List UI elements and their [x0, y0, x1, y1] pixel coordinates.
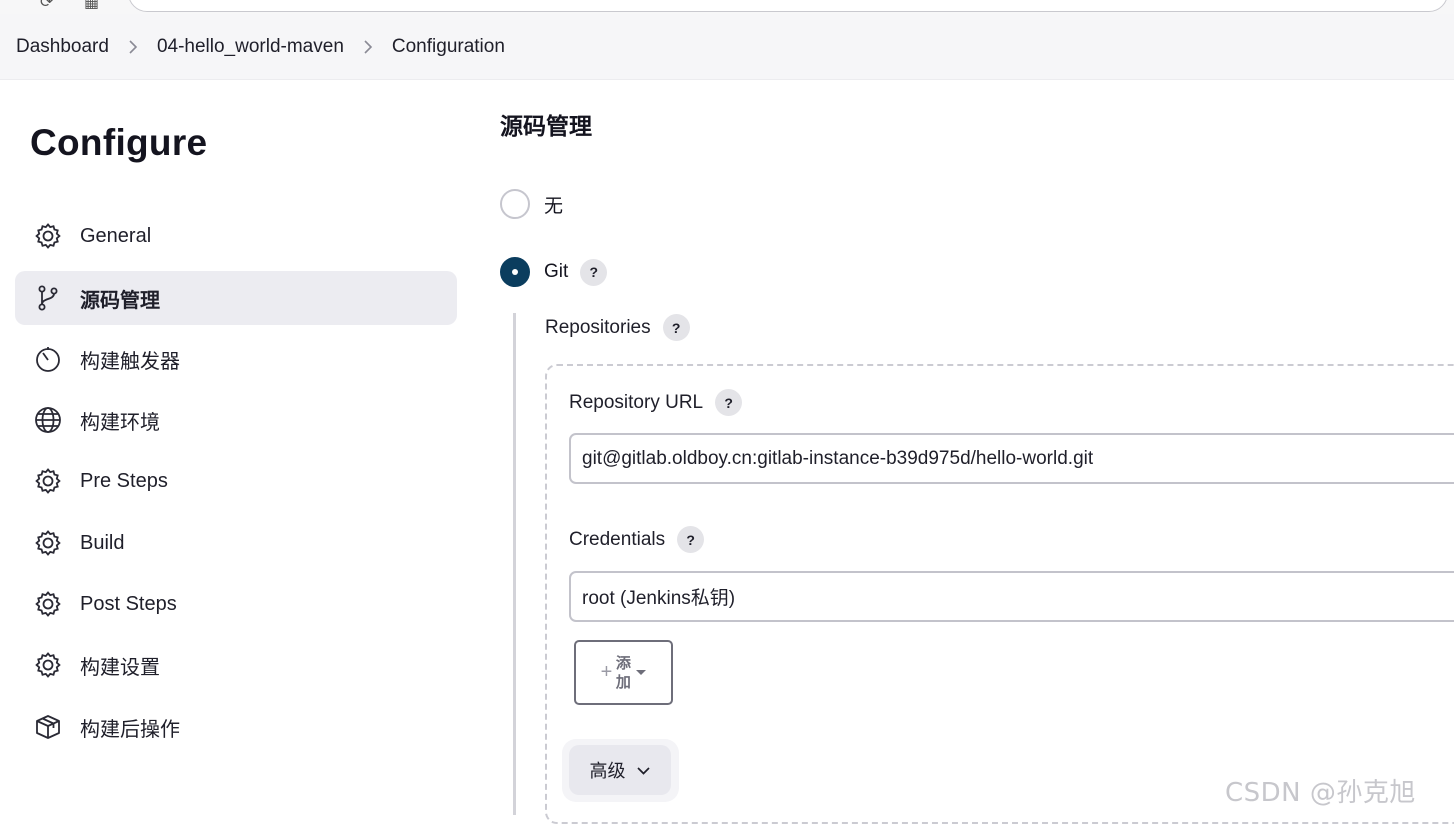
sidebar-item-label: 构建设置	[80, 656, 160, 679]
package-icon	[33, 712, 63, 742]
browser-address-strip: ⟳ ▦	[0, 0, 1454, 14]
sidebar-item-label: 源码管理	[80, 289, 160, 312]
plus-icon: +	[600, 661, 613, 683]
advanced-button[interactable]: 高级	[569, 745, 671, 795]
sidebar-item-build-environment[interactable]: 构建环境	[15, 393, 457, 447]
repositories-label-row: Repositories ?	[545, 314, 690, 341]
credentials-select[interactable]: root (Jenkins私钥)	[569, 571, 1454, 622]
radio-git-label: Git	[544, 261, 569, 282]
breadcrumb-job[interactable]: 04-hello_world-maven	[157, 36, 344, 58]
globe-icon	[33, 405, 63, 435]
credentials-value: root (Jenkins私钥)	[582, 588, 736, 609]
sidebar-item-label: 构建环境	[80, 411, 160, 434]
advanced-button-label: 高级	[589, 761, 626, 781]
sidebar-item-general[interactable]: General	[15, 209, 457, 263]
section-title-scm: 源码管理	[500, 113, 592, 139]
sidebar-item-label: General	[80, 224, 152, 247]
help-icon[interactable]: ?	[662, 314, 690, 341]
caret-down-icon	[636, 670, 647, 675]
gear-icon	[33, 589, 63, 619]
sidebar: Configure General 源码管理 构建触发器 构建环境 Pre St…	[0, 80, 480, 815]
radio-none[interactable]	[500, 189, 530, 219]
sidebar-item-build[interactable]: Build	[15, 516, 457, 570]
repository-url-label-row: Repository URL ?	[569, 389, 743, 416]
radio-git[interactable]	[500, 257, 530, 287]
scm-option-none[interactable]: 无	[500, 189, 563, 219]
branch-icon	[33, 283, 63, 313]
gear-icon	[33, 221, 63, 251]
credentials-label-row: Credentials ?	[569, 526, 705, 553]
sidebar-item-label: 构建后操作	[80, 718, 180, 741]
sidebar-item-build-settings[interactable]: 构建设置	[15, 638, 457, 692]
credentials-label: Credentials	[569, 528, 666, 550]
gear-icon	[33, 528, 63, 558]
tab-grid-icon[interactable]: ▦	[84, 0, 99, 12]
help-icon[interactable]: ?	[677, 526, 705, 553]
help-icon[interactable]: ?	[715, 389, 743, 416]
git-section-indent-bar	[513, 313, 516, 815]
sidebar-item-label: Pre Steps	[80, 469, 168, 492]
repository-url-value: git@gitlab.oldboy.cn:gitlab-instance-b39…	[582, 447, 1094, 469]
breadcrumb-configuration[interactable]: Configuration	[392, 36, 505, 58]
add-credentials-button[interactable]: + 添加	[574, 640, 673, 705]
repository-url-input[interactable]: git@gitlab.oldboy.cn:gitlab-instance-b39…	[569, 433, 1454, 484]
watermark: CSDN @孙克旭	[1225, 778, 1416, 808]
gear-icon	[33, 466, 63, 496]
sidebar-item-scm[interactable]: 源码管理	[15, 271, 457, 325]
add-button-label: 添加	[615, 654, 631, 691]
chevron-right-icon	[109, 39, 157, 54]
reload-icon[interactable]: ⟳	[40, 0, 53, 12]
sidebar-item-pre-steps[interactable]: Pre Steps	[15, 454, 457, 508]
breadcrumb-dashboard[interactable]: Dashboard	[16, 36, 109, 58]
sidebar-item-build-triggers[interactable]: 构建触发器	[15, 332, 457, 386]
main-content: 源码管理 无 Git ? Repositories ? Repository U…	[480, 80, 1454, 824]
chevron-right-icon	[344, 39, 392, 54]
repository-url-label: Repository URL	[569, 391, 704, 413]
scm-option-git[interactable]: Git ?	[500, 257, 608, 287]
page-title: Configure	[30, 122, 208, 163]
address-bar[interactable]	[128, 0, 1448, 12]
sidebar-item-post-steps[interactable]: Post Steps	[15, 577, 457, 631]
sidebar-item-label: Post Steps	[80, 592, 177, 615]
gear-icon	[33, 650, 63, 680]
timer-icon	[33, 344, 63, 374]
help-icon[interactable]: ?	[580, 258, 608, 286]
radio-none-label: 无	[544, 195, 564, 217]
sidebar-item-label: 构建触发器	[80, 350, 180, 373]
sidebar-item-label: Build	[80, 531, 125, 554]
breadcrumb: Dashboard 04-hello_world-maven Configura…	[0, 14, 1454, 80]
chevron-down-icon	[636, 766, 650, 775]
repositories-label: Repositories	[545, 316, 651, 338]
sidebar-item-post-build-actions[interactable]: 构建后操作	[15, 700, 457, 754]
